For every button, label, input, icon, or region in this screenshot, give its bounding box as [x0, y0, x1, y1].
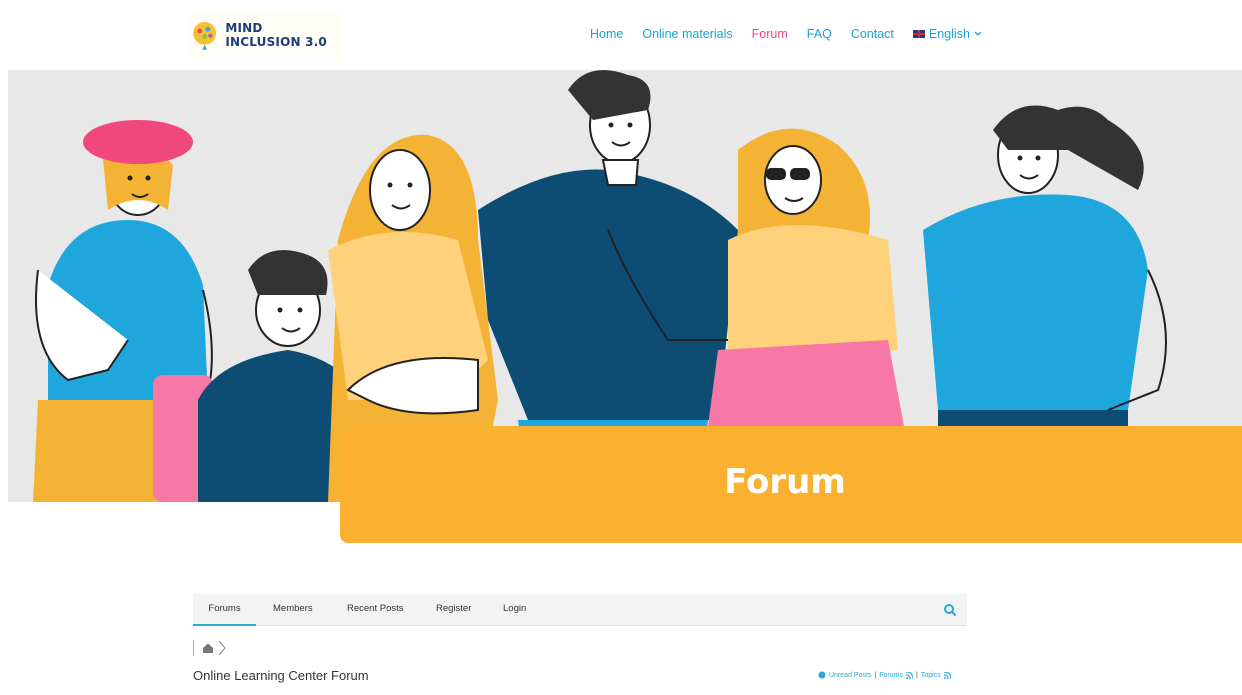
brain-logo-icon	[193, 21, 217, 50]
breadcrumb	[193, 639, 227, 657]
nav-online-materials[interactable]: Online materials	[642, 27, 732, 41]
nav-home[interactable]: Home	[590, 27, 623, 41]
chevron-down-icon	[974, 31, 982, 36]
breadcrumb-divider	[193, 640, 194, 656]
tab-login[interactable]: Login	[503, 594, 526, 626]
chevron-right-icon	[218, 640, 226, 656]
separator: |	[874, 671, 877, 679]
main-nav: Home Online materials Forum FAQ Contact …	[590, 27, 982, 41]
link-topics-rss[interactable]: Topics	[921, 672, 941, 679]
tab-members[interactable]: Members	[273, 594, 313, 626]
language-selector[interactable]: English	[912, 27, 982, 41]
rss-icon[interactable]	[905, 671, 913, 679]
separator: |	[915, 671, 918, 679]
rss-icon[interactable]	[943, 671, 951, 679]
tab-forums[interactable]: Forums	[193, 594, 256, 626]
nav-faq[interactable]: FAQ	[807, 27, 832, 41]
link-forums-rss[interactable]: Forums	[879, 672, 903, 679]
page-title: Online Learning Center Forum	[193, 668, 369, 683]
nav-forum[interactable]: Forum	[752, 27, 788, 41]
flag-uk-icon	[912, 30, 925, 38]
page-banner: Forum	[340, 426, 1242, 543]
site-logo[interactable]: MIND INCLUSION 3.0	[190, 12, 342, 58]
tab-register[interactable]: Register	[436, 594, 471, 626]
home-icon[interactable]	[199, 640, 217, 656]
banner-title: Forum	[724, 462, 846, 502]
tab-recent-posts[interactable]: Recent Posts	[347, 594, 404, 626]
logo-text: MIND INCLUSION 3.0	[225, 21, 327, 49]
site-header: MIND INCLUSION 3.0 Home Online materials…	[0, 0, 1242, 70]
forum-tab-bar: Forums Members Recent Posts Register Log…	[193, 594, 967, 626]
link-unread-posts[interactable]: Unread Posts	[829, 672, 871, 679]
unread-posts-icon	[818, 671, 826, 679]
search-icon[interactable]	[943, 603, 957, 617]
language-label: English	[928, 27, 970, 41]
nav-contact[interactable]: Contact	[851, 27, 894, 41]
forum-quick-links: Unread Posts | Forums | Topics	[818, 671, 951, 679]
